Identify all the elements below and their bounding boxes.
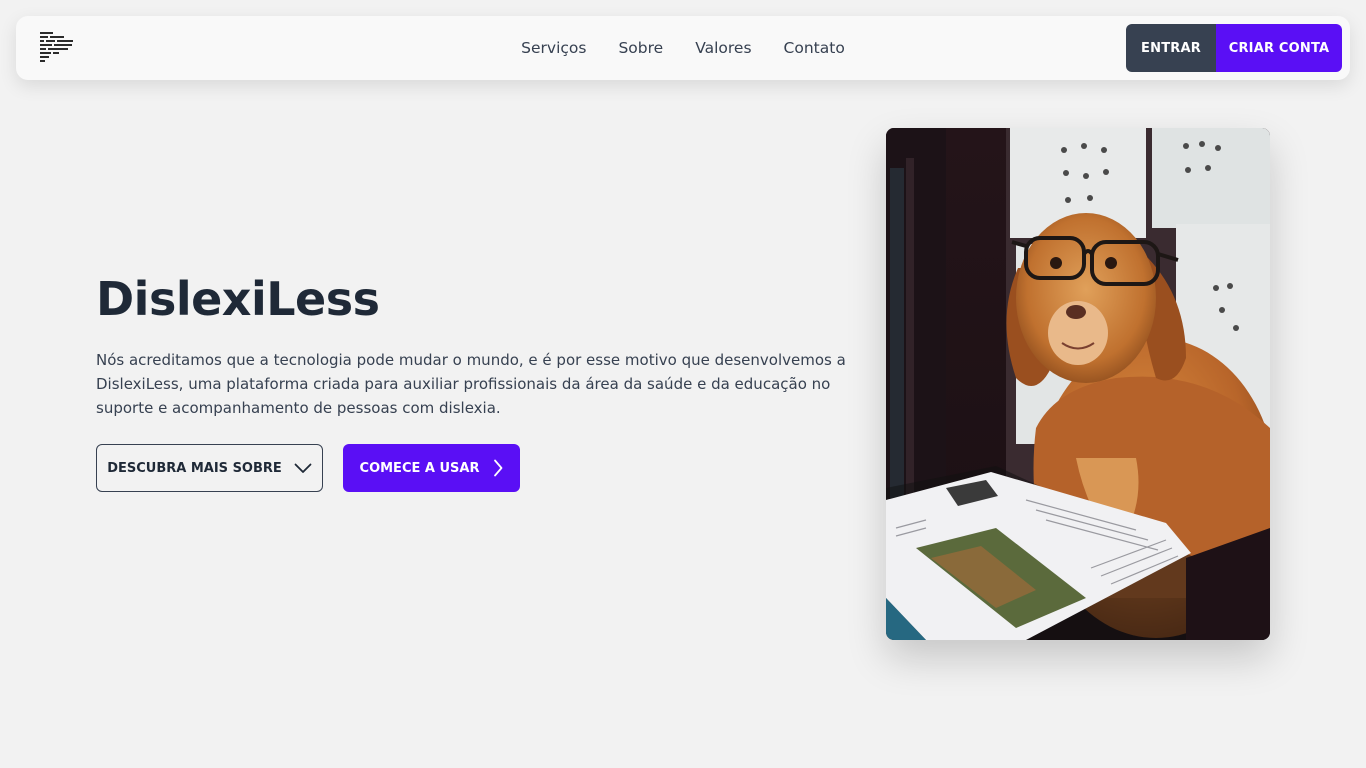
top-navbar: Serviços Sobre Valores Contato ENTRAR CR… bbox=[16, 16, 1350, 80]
nav-link-servicos[interactable]: Serviços bbox=[521, 39, 586, 57]
auth-buttons: ENTRAR CRIAR CONTA bbox=[1126, 24, 1342, 72]
logo-icon[interactable] bbox=[40, 31, 74, 63]
signup-button[interactable]: CRIAR CONTA bbox=[1216, 24, 1342, 72]
discover-more-button[interactable]: DESCUBRA MAIS SOBRE bbox=[96, 444, 323, 492]
login-button[interactable]: ENTRAR bbox=[1126, 24, 1216, 72]
hero-image-dog-with-glasses bbox=[886, 128, 1270, 640]
start-using-button[interactable]: COMECE A USAR bbox=[343, 444, 520, 492]
chevron-down-icon bbox=[294, 463, 312, 473]
start-using-label: COMECE A USAR bbox=[359, 460, 480, 476]
hero-title: DislexiLess bbox=[96, 272, 380, 326]
nav-link-sobre[interactable]: Sobre bbox=[618, 39, 663, 57]
discover-more-label: DESCUBRA MAIS SOBRE bbox=[107, 460, 282, 476]
nav-link-valores[interactable]: Valores bbox=[695, 39, 751, 57]
hero-description: Nós acreditamos que a tecnologia pode mu… bbox=[96, 351, 846, 417]
nav-link-contato[interactable]: Contato bbox=[784, 39, 845, 57]
chevron-right-icon bbox=[494, 459, 503, 477]
